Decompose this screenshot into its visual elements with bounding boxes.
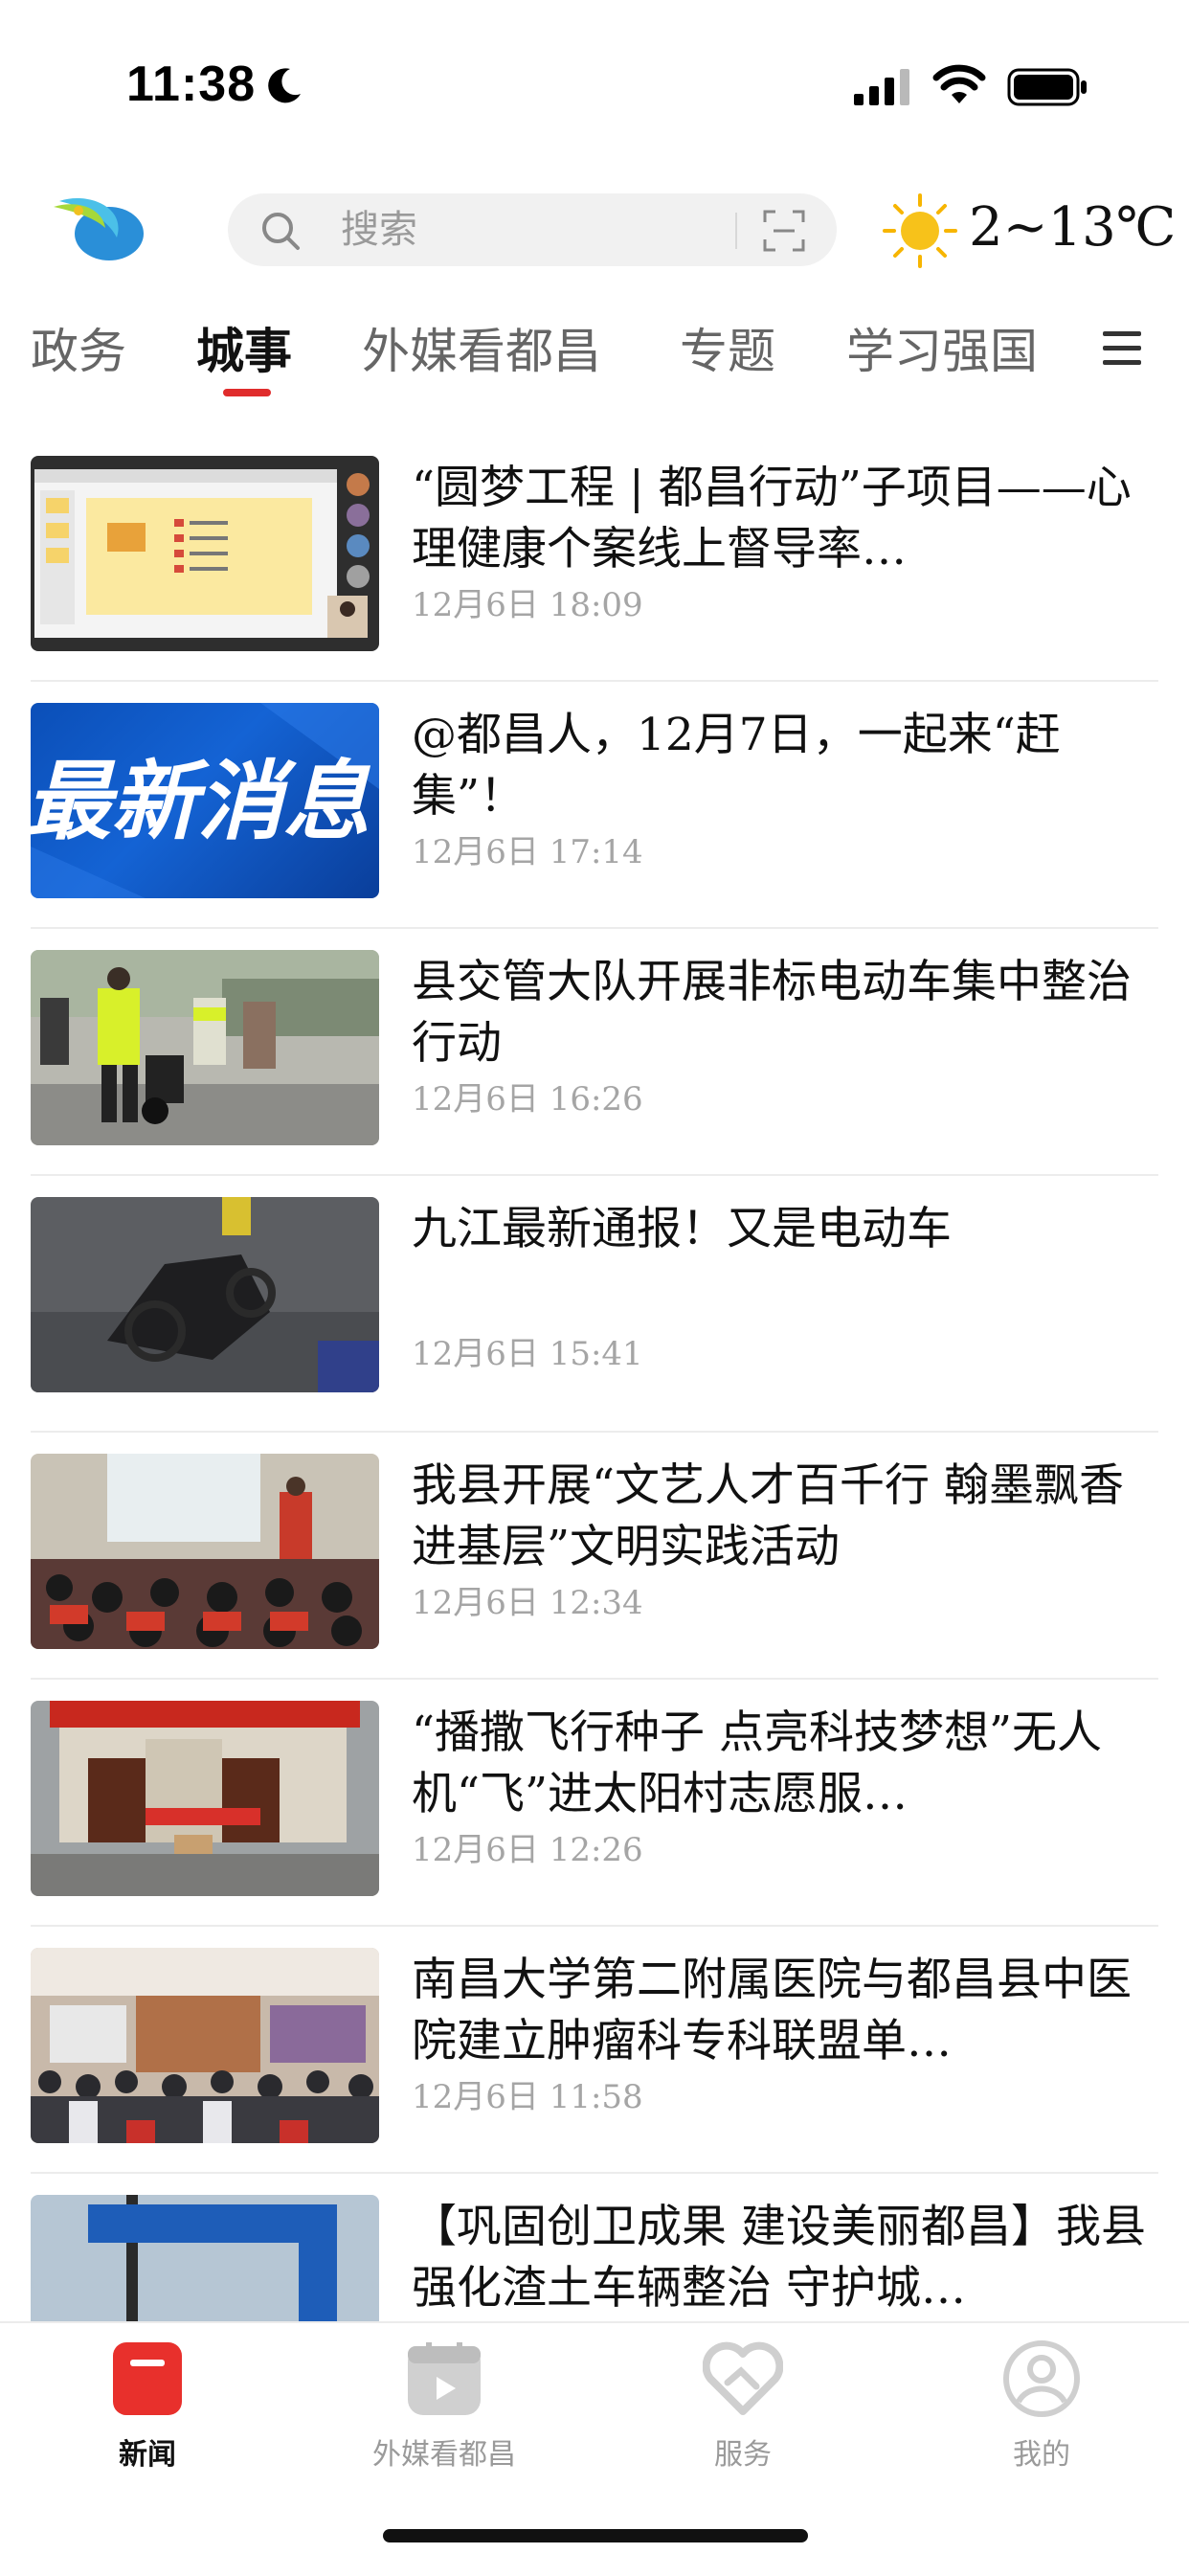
news-thumbnail <box>31 1454 379 1649</box>
nav-service[interactable]: 服务 <box>647 2339 839 2482</box>
status-time: 11:38 <box>126 56 257 112</box>
thumbnail-caption: 最新消息 <box>31 752 370 852</box>
active-tab-indicator <box>223 389 271 396</box>
news-time: 12月6日 11:58 <box>412 2078 643 2116</box>
tab-zhuanti[interactable]: 专题 <box>680 320 775 383</box>
news-item[interactable]: “播撒飞行种子 点亮科技梦想”无人机“飞”进太阳村志愿服… 12月6日 12:2… <box>0 1680 1189 1927</box>
news-thumbnail <box>31 950 379 1145</box>
news-title[interactable]: “圆梦工程 | 都昌行动”子项目——心理健康个案线上督导率… <box>412 458 1153 580</box>
news-title[interactable]: @都昌人，12月7日，一起来“赶集”！ <box>412 705 1153 827</box>
news-time: 12月6日 15:41 <box>412 1335 643 1373</box>
news-thumbnail <box>31 1701 379 1896</box>
news-item[interactable]: 我县开展“文艺人才百千行 翰墨飘香进基层”文明实践活动 12月6日 12:34 <box>0 1433 1189 1680</box>
news-time: 12月6日 12:26 <box>412 1831 643 1869</box>
news-item[interactable]: 县交管大队开展非标电动车集中整治行动 12月6日 16:26 <box>0 929 1189 1176</box>
search-input[interactable]: 搜索 <box>341 203 417 257</box>
news-time: 12月6日 16:26 <box>412 1080 643 1119</box>
news-title[interactable]: 九江最新通报！又是电动车 <box>412 1199 1153 1260</box>
sun-icon <box>883 193 957 268</box>
news-item[interactable]: 九江最新通报！又是电动车 12月6日 15:41 <box>0 1176 1189 1433</box>
home-indicator[interactable] <box>383 2529 808 2542</box>
nav-waimei[interactable]: 外媒看都昌 <box>348 2339 540 2482</box>
moon-icon <box>268 68 301 103</box>
nav-profile-label: 我的 <box>1013 2438 1070 2472</box>
nav-waimei-label: 外媒看都昌 <box>372 2438 516 2472</box>
wifi-icon <box>932 64 986 103</box>
status-bar: 11:38 <box>0 0 1189 172</box>
news-thumbnail <box>31 1197 379 1392</box>
search-icon <box>262 213 300 250</box>
handshake-icon <box>703 2341 783 2415</box>
calendar-icon <box>408 2342 481 2415</box>
app-logo[interactable] <box>50 190 147 266</box>
cellular-signal-icon <box>854 69 909 105</box>
news-title[interactable]: 南昌大学第二附属医院与都昌县中医院建立肿瘤科专科联盟单… <box>412 1950 1153 2072</box>
tab-chengshi[interactable]: 城事 <box>196 320 292 383</box>
news-thumbnail <box>31 1948 379 2143</box>
category-tabs: 政务 城事 外媒看都昌 专题 学习强国 <box>0 306 1189 412</box>
search-bar[interactable]: 搜索 <box>228 193 837 266</box>
news-item[interactable]: “圆梦工程 | 都昌行动”子项目——心理健康个案线上督导率… 12月6日 18:… <box>0 435 1189 682</box>
tab-waimei[interactable]: 外媒看都昌 <box>362 320 601 383</box>
news-title[interactable]: “播撒飞行种子 点亮科技梦想”无人机“飞”进太阳村志愿服… <box>412 1703 1153 1825</box>
nav-service-label: 服务 <box>714 2438 772 2472</box>
news-title[interactable]: 我县开展“文艺人才百千行 翰墨飘香进基层”文明实践活动 <box>412 1456 1153 1578</box>
news-item[interactable]: 最新消息 @都昌人，12月7日，一起来“赶集”！ 12月6日 17:14 <box>0 682 1189 929</box>
nav-news[interactable]: 新闻 <box>52 2339 243 2482</box>
search-divider <box>735 213 737 249</box>
news-time: 12月6日 12:34 <box>412 1584 643 1622</box>
news-thumbnail <box>31 456 379 651</box>
news-title[interactable]: 县交管大队开展非标电动车集中整治行动 <box>412 952 1153 1074</box>
news-icon <box>113 2342 182 2415</box>
nav-profile[interactable]: 我的 <box>946 2339 1137 2482</box>
menu-icon[interactable] <box>1101 328 1143 370</box>
nav-news-label: 新闻 <box>119 2438 176 2472</box>
weather-temperature[interactable]: 2~13℃ <box>969 194 1176 261</box>
news-item[interactable]: 南昌大学第二附属医院与都昌县中医院建立肿瘤科专科联盟单… 12月6日 11:58 <box>0 1927 1189 2174</box>
news-time: 12月6日 18:09 <box>412 586 643 624</box>
news-title[interactable]: 【巩固创卫成果 建设美丽都昌】我县强化渣土车辆整治 守护城… <box>412 2197 1153 2319</box>
news-time: 12月6日 17:14 <box>412 833 643 871</box>
scan-icon[interactable] <box>762 209 806 253</box>
battery-icon <box>1007 68 1087 106</box>
profile-icon <box>1003 2340 1080 2417</box>
tab-zhengwu[interactable]: 政务 <box>31 320 126 383</box>
news-thumbnail: 最新消息 <box>31 703 379 898</box>
tab-xuexi[interactable]: 学习强国 <box>846 320 1038 383</box>
